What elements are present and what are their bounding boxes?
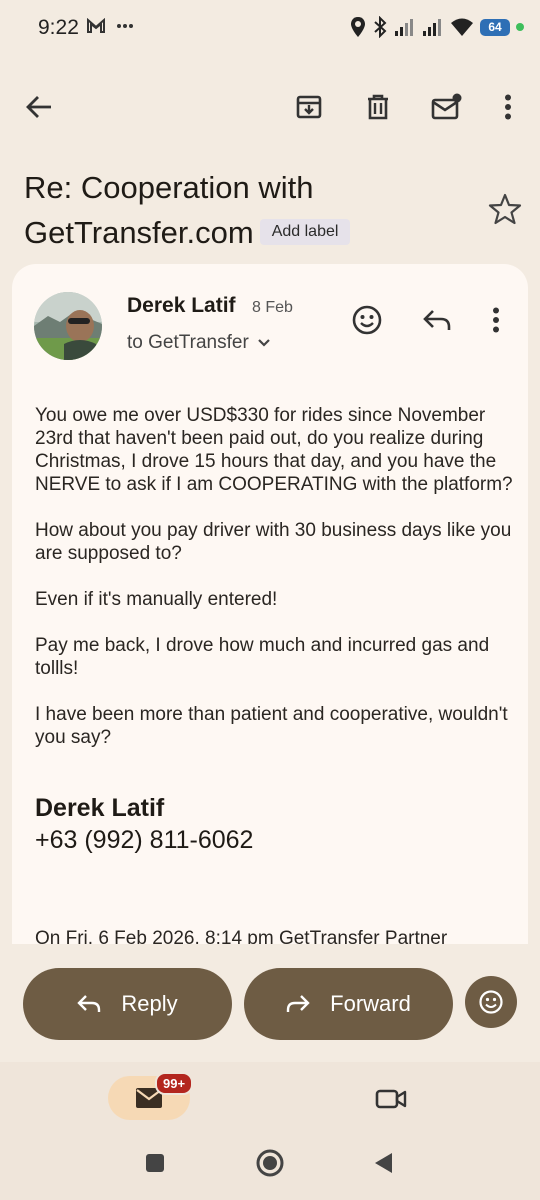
- status-right-icons: 64: [350, 16, 524, 38]
- signal-icon: [423, 19, 441, 36]
- message-more-icon[interactable]: [478, 302, 514, 338]
- body-paragraph: Pay me back, I drove how much and incurr…: [35, 635, 490, 679]
- recents-button[interactable]: [138, 1146, 172, 1180]
- archive-icon[interactable]: [288, 86, 330, 128]
- email-subject: Re: Cooperation with GetTransfer.com Add …: [24, 165, 474, 255]
- emoji-icon: [479, 990, 503, 1014]
- delete-icon[interactable]: [357, 86, 399, 128]
- emoji-reaction-button[interactable]: [465, 976, 517, 1028]
- more-vert-icon[interactable]: [487, 86, 529, 128]
- sender-name: Derek Latif: [127, 294, 236, 317]
- square-icon: [146, 1154, 164, 1172]
- chevron-down-icon: [258, 339, 270, 347]
- email-card: Derek Latif 8 Feb to GetTransfer You owe…: [12, 264, 528, 944]
- location-icon: [351, 17, 365, 37]
- reply-button[interactable]: Reply: [23, 968, 232, 1040]
- gmail-icon: [87, 18, 105, 33]
- forward-icon: [286, 995, 310, 1012]
- back-arrow-icon[interactable]: [18, 86, 60, 128]
- video-camera-icon: [375, 1089, 407, 1109]
- signal-icon: [395, 19, 413, 36]
- body-paragraph: How about you pay driver with 30 busines…: [35, 520, 512, 564]
- avatar[interactable]: [34, 292, 102, 360]
- recipient-text: to GetTransfer: [127, 332, 249, 353]
- reply-icon[interactable]: [419, 302, 455, 338]
- star-icon[interactable]: [488, 192, 522, 226]
- add-label-chip[interactable]: Add label: [259, 218, 351, 245]
- nav-meet-tab[interactable]: [374, 1082, 408, 1116]
- add-reaction-icon[interactable]: [349, 302, 385, 338]
- bluetooth-icon: [374, 16, 387, 38]
- body-paragraph: Even if it's manually entered!: [35, 589, 278, 610]
- status-left-icons: [86, 18, 134, 34]
- quoted-text-header: On Fri, 6 Feb 2026, 8:14 pm GetTransfer …: [35, 928, 448, 944]
- privacy-dot-icon: [516, 23, 524, 31]
- body-paragraph: I have been more than patient and cooper…: [35, 704, 508, 748]
- recipient-details[interactable]: to GetTransfer: [127, 332, 271, 354]
- reply-label: Reply: [121, 991, 178, 1016]
- forward-button[interactable]: Forward: [244, 968, 453, 1040]
- back-triangle-icon: [375, 1153, 392, 1173]
- signature-name: Derek Latif: [35, 794, 165, 822]
- reply-icon: [77, 995, 101, 1012]
- status-time: 9:22: [38, 16, 79, 39]
- sender-date: 8 Feb: [252, 299, 293, 316]
- home-circle-icon: [256, 1149, 284, 1177]
- mark-unread-icon[interactable]: [426, 86, 468, 128]
- back-button[interactable]: [366, 1146, 400, 1180]
- wifi-icon: [451, 18, 473, 36]
- home-button[interactable]: [253, 1146, 287, 1180]
- signature-phone[interactable]: +63 (992) 811-6062: [35, 826, 253, 855]
- email-body: You owe me over USD$330 for rides since …: [35, 404, 515, 772]
- battery-icon: 64: [480, 18, 510, 36]
- mail-unread-badge: 99+: [155, 1072, 194, 1095]
- body-paragraph: You owe me over USD$330 for rides since …: [35, 405, 513, 495]
- more-dots-icon: [117, 24, 133, 28]
- forward-label: Forward: [330, 991, 411, 1016]
